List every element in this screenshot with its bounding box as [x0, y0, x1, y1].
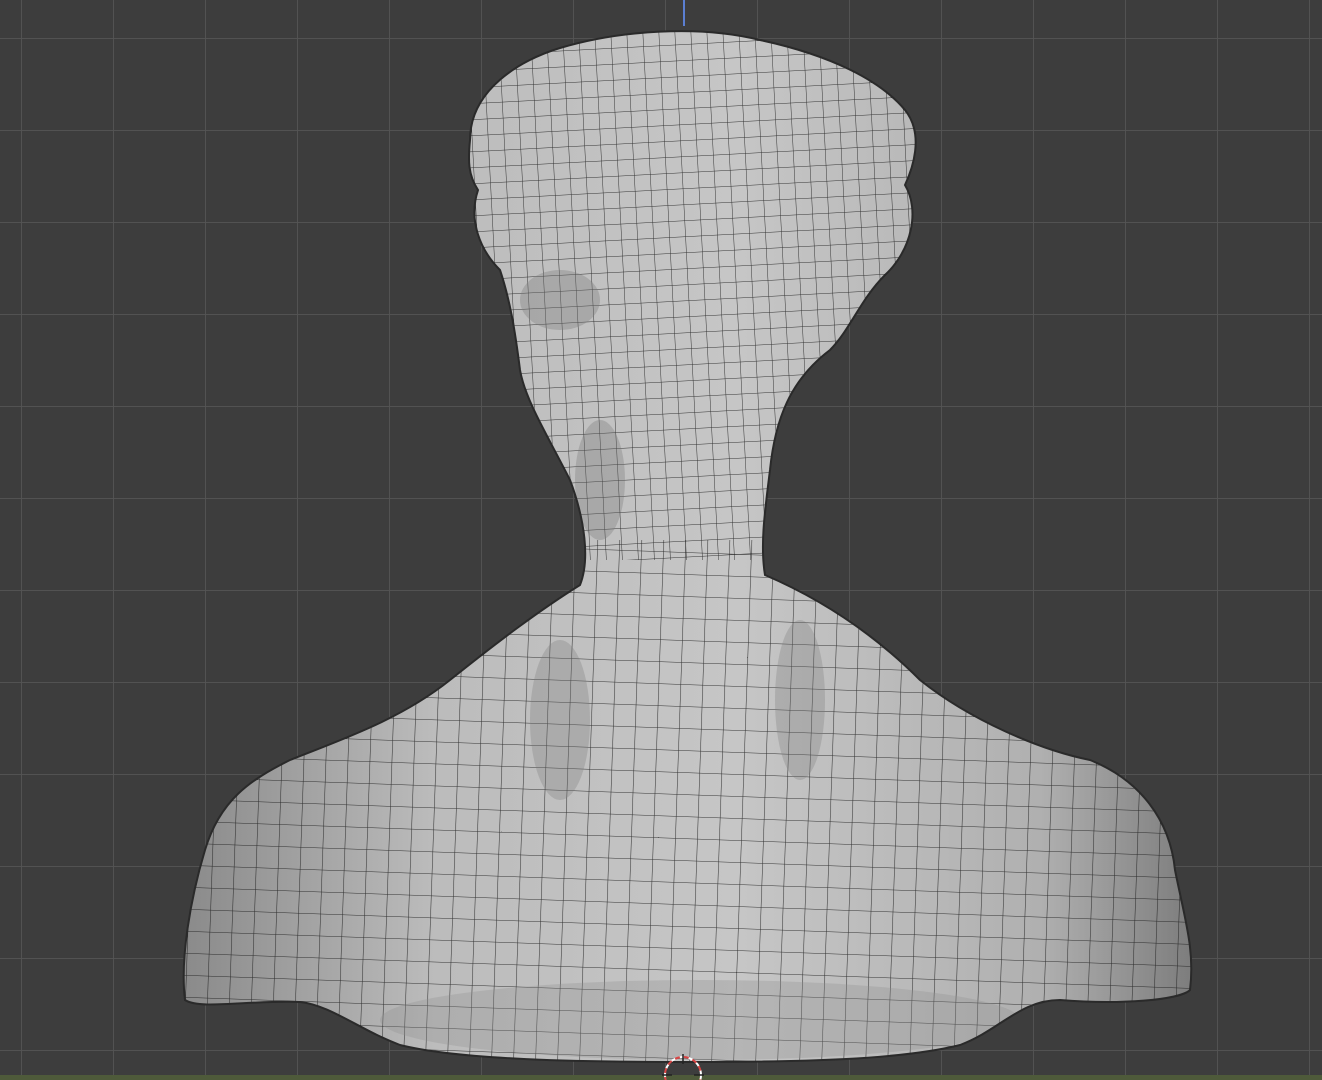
3d-viewport[interactable] — [0, 0, 1322, 1080]
mesh-wireframe — [183, 31, 1192, 1063]
bust-mesh-model[interactable] — [0, 0, 1322, 1080]
3d-cursor-icon[interactable] — [660, 1052, 706, 1080]
